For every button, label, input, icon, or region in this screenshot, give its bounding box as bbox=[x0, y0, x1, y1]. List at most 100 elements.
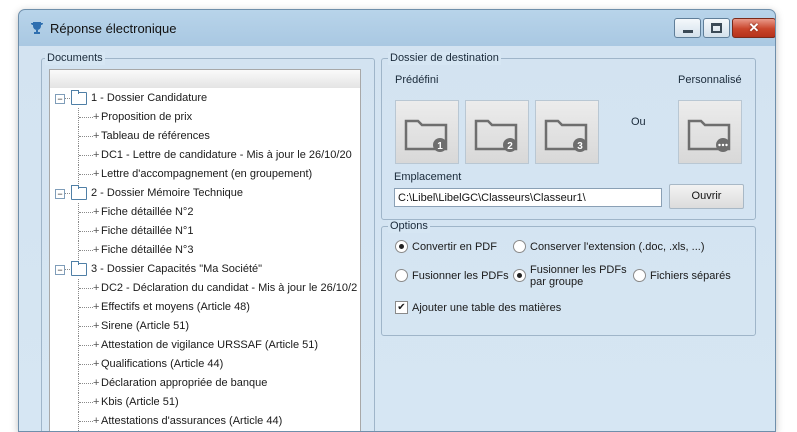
document-plus-icon: + bbox=[93, 339, 100, 351]
open-button[interactable]: Ouvrir bbox=[669, 184, 744, 209]
tree-item-row[interactable]: + Kbis (Article 51) bbox=[50, 393, 360, 412]
tree-connector bbox=[79, 345, 93, 346]
tree-item-row[interactable]: + Tableau de références bbox=[50, 127, 360, 146]
document-plus-icon: + bbox=[93, 396, 100, 408]
checkmark-icon: ✔ bbox=[395, 301, 408, 314]
radio-selected-icon bbox=[513, 269, 526, 282]
tree-item-label: Proposition de prix bbox=[101, 111, 193, 123]
conserver-extension-label: Conserver l'extension (.doc, .xls, ...) bbox=[530, 240, 705, 253]
document-plus-icon: + bbox=[93, 301, 100, 313]
tree-item-label: Attestations d'assurances (Article 44) bbox=[101, 415, 283, 427]
fusionner-par-groupe-radio[interactable]: Fusionner les PDFs par groupe bbox=[513, 264, 627, 288]
tree-item-label: Tableau de références bbox=[101, 130, 210, 142]
minimize-button[interactable] bbox=[674, 18, 701, 38]
tree-item-label: DC2 - Déclaration du candidat - Mis à jo… bbox=[101, 282, 358, 294]
tree-item-label: DC1 - Lettre de candidature - Mis à jour… bbox=[101, 149, 352, 161]
fusionner-pdfs-radio[interactable]: Fusionner les PDFs bbox=[395, 269, 509, 282]
fichiers-separes-radio[interactable]: Fichiers séparés bbox=[633, 269, 731, 282]
tree-item-row[interactable]: + Fiche détaillée N°1 bbox=[50, 222, 360, 241]
tree-header bbox=[49, 69, 361, 89]
app-trophy-icon bbox=[31, 22, 43, 34]
tree-item-label: Lettre d'accompagnement (en groupement) bbox=[101, 168, 313, 180]
tree-folder-label: 2 - Dossier Mémoire Technique bbox=[91, 187, 244, 199]
tree-item-row[interactable]: + Effectifs et moyens (Article 48) bbox=[50, 298, 360, 317]
title-bar: Réponse électronique ✕ bbox=[19, 10, 775, 46]
tree-item-row[interactable]: + Déclaration appropriée de banque bbox=[50, 374, 360, 393]
table-matieres-checkbox[interactable]: ✔ Ajouter une table des matières bbox=[395, 301, 561, 314]
document-plus-icon: + bbox=[93, 320, 100, 332]
tree-connector bbox=[79, 174, 93, 175]
folder-icon bbox=[71, 185, 87, 200]
destination-group: Dossier de destination Prédéfini Personn… bbox=[381, 52, 756, 220]
options-legend: Options bbox=[388, 220, 430, 233]
tree-folder-row[interactable]: − 1 - Dossier Candidature bbox=[50, 89, 360, 108]
maximize-button[interactable] bbox=[703, 18, 730, 38]
conserver-extension-radio[interactable]: Conserver l'extension (.doc, .xls, ...) bbox=[513, 240, 705, 253]
preset-folder-1-button[interactable]: 1 bbox=[395, 100, 459, 164]
tree-item-label: Fiche détaillée N°3 bbox=[101, 244, 194, 256]
collapse-toggle-icon[interactable]: − bbox=[55, 189, 65, 199]
tree-connector bbox=[79, 326, 93, 327]
tree-connector bbox=[65, 98, 70, 99]
tree-folder-row[interactable]: − 2 - Dossier Mémoire Technique bbox=[50, 184, 360, 203]
tree-connector bbox=[79, 307, 93, 308]
tree-item-row[interactable]: + DC1 - Lettre de candidature - Mis à jou… bbox=[50, 146, 360, 165]
tree-item-row[interactable]: + Attestation de vigilance URSSAF (Articl… bbox=[50, 336, 360, 355]
maximize-icon bbox=[711, 23, 722, 33]
custom-folder-button[interactable] bbox=[678, 100, 742, 164]
tree-item-row[interactable]: + Qualifications (Article 44) bbox=[50, 355, 360, 374]
tree-item-label: Fiche détaillée N°1 bbox=[101, 225, 194, 237]
convertir-pdf-label: Convertir en PDF bbox=[412, 240, 497, 253]
collapse-toggle-icon[interactable]: − bbox=[55, 94, 65, 104]
or-label: Ou bbox=[631, 116, 646, 128]
preset-folder-3-button[interactable]: 3 bbox=[535, 100, 599, 164]
collapse-toggle-icon[interactable]: − bbox=[55, 265, 65, 275]
radio-unselected-icon bbox=[513, 240, 526, 253]
table-matieres-label: Ajouter une table des matières bbox=[412, 301, 562, 314]
tree-folder-label: 1 - Dossier Candidature bbox=[91, 92, 208, 104]
documents-group: Documents −1 - Dossier Candidature + Propo… bbox=[41, 52, 375, 431]
tree-item-row[interactable]: + Attestations d'assurances (Article 44) bbox=[50, 412, 360, 431]
tree-item-label: Qualifications (Article 44) bbox=[101, 358, 224, 370]
fusionner-par-groupe-label: Fusionner les PDFs par groupe bbox=[530, 264, 627, 288]
tree-connector bbox=[79, 364, 93, 365]
tree-item-row[interactable]: + Lettre d'accompagnement (en groupement) bbox=[50, 165, 360, 184]
document-plus-icon: + bbox=[93, 358, 100, 370]
document-plus-icon: + bbox=[93, 415, 100, 427]
tree-connector bbox=[79, 212, 93, 213]
folder-icon bbox=[71, 261, 87, 276]
emplacement-input[interactable] bbox=[394, 188, 662, 207]
radio-unselected-icon bbox=[395, 269, 408, 282]
svg-text:3: 3 bbox=[577, 141, 583, 152]
tree-item-row[interactable]: + Fiche détaillée N°2 bbox=[50, 203, 360, 222]
close-button[interactable]: ✕ bbox=[732, 18, 775, 38]
radio-unselected-icon bbox=[633, 269, 646, 282]
tree-connector bbox=[79, 231, 93, 232]
tree-item-row[interactable]: + Sirene (Article 51) bbox=[50, 317, 360, 336]
svg-text:2: 2 bbox=[507, 141, 513, 152]
tree-connector bbox=[79, 383, 93, 384]
tree-item-label: Effectifs et moyens (Article 48) bbox=[101, 301, 250, 313]
tree-folder-row[interactable]: − 3 - Dossier Capacités "Ma Société" bbox=[50, 260, 360, 279]
tree-item-row[interactable]: + DC2 - Déclaration du candidat - Mis à j… bbox=[50, 279, 360, 298]
document-plus-icon: + bbox=[93, 130, 100, 142]
tree-item-label: Fiche détaillée N°2 bbox=[101, 206, 194, 218]
options-group: Options Convertir en PDF Conserver l'ext… bbox=[381, 220, 756, 336]
convertir-pdf-radio[interactable]: Convertir en PDF bbox=[395, 240, 497, 253]
radio-selected-icon bbox=[395, 240, 408, 253]
tree-connector bbox=[65, 269, 70, 270]
predefini-label: Prédéfini bbox=[395, 74, 439, 86]
folder-3-icon: 3 bbox=[544, 119, 588, 152]
window-title: Réponse électronique bbox=[50, 21, 177, 36]
folder-1-icon: 1 bbox=[404, 119, 448, 152]
preset-folder-2-button[interactable]: 2 bbox=[465, 100, 529, 164]
tree-item-row[interactable]: + Fiche détaillée N°3 bbox=[50, 241, 360, 260]
fusionner-pdfs-label: Fusionner les PDFs bbox=[412, 269, 509, 282]
folder-more-icon bbox=[687, 119, 731, 152]
emplacement-label: Emplacement bbox=[394, 171, 462, 183]
folder-2-icon: 2 bbox=[474, 119, 518, 152]
documents-tree[interactable]: −1 - Dossier Candidature + Proposition de … bbox=[49, 88, 361, 431]
document-plus-icon: + bbox=[93, 168, 100, 180]
tree-item-row[interactable]: + Proposition de prix bbox=[50, 108, 360, 127]
document-plus-icon: + bbox=[93, 244, 100, 256]
